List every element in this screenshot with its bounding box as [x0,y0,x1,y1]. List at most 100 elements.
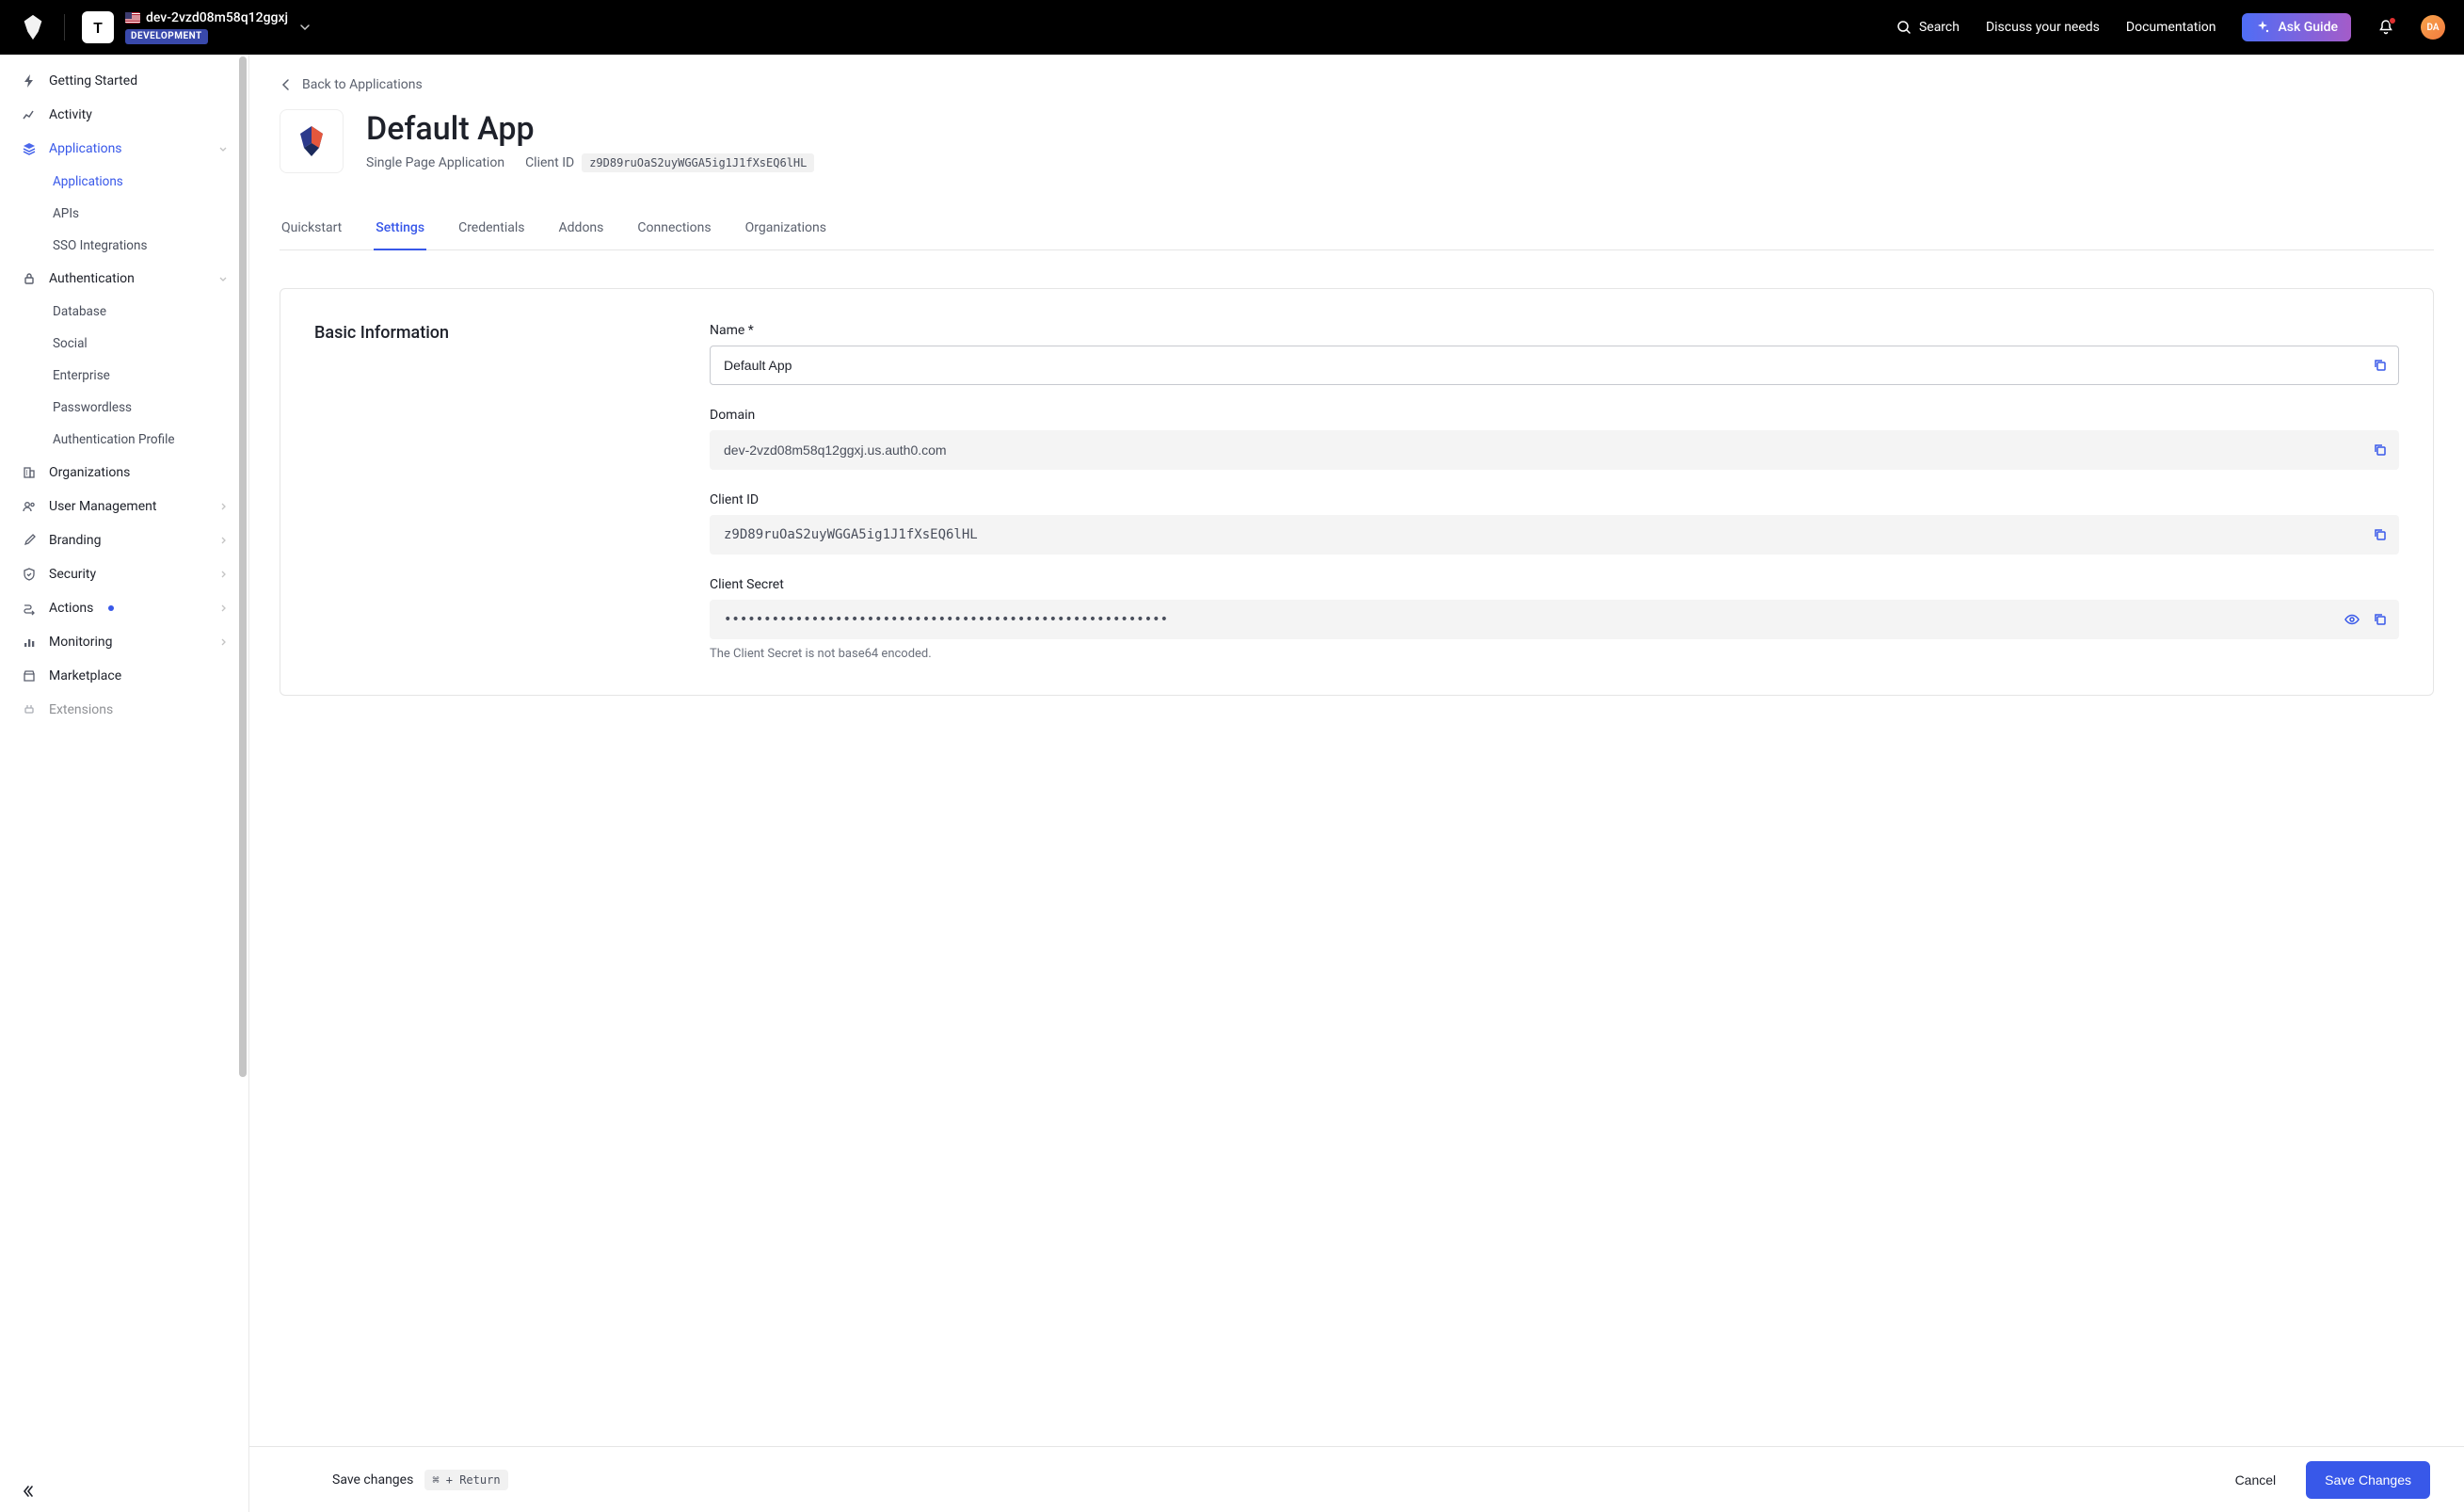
shield-icon [21,566,38,583]
environment-badge: DEVELOPMENT [125,29,208,44]
chevron-down-icon [218,144,228,153]
copy-icon[interactable] [2371,441,2390,459]
notifications-button[interactable] [2377,19,2394,36]
auth0-logo-icon [19,13,47,41]
tenant-name-label: dev-2vzd08m58q12ggxj [146,10,288,26]
user-avatar[interactable]: DA [2421,15,2445,40]
tenant-tile[interactable]: T [82,11,114,43]
ask-guide-button[interactable]: Ask Guide [2242,13,2351,41]
plug-icon [21,701,38,718]
topbar: T dev-2vzd08m58q12ggxj DEVELOPMENT Searc… [0,0,2464,55]
lock-icon [21,270,38,287]
chevron-right-icon [218,570,228,579]
main-content: Back to Applications Default App Single … [249,55,2464,1512]
brush-icon [21,532,38,549]
sidebar-item-database[interactable]: Database [0,296,248,328]
sidebar-item-user-management[interactable]: User Management [0,490,248,523]
sidebar-scrollbar[interactable] [237,55,248,1512]
copy-icon[interactable] [2371,525,2390,544]
reveal-icon[interactable] [2343,610,2361,629]
search-label: Search [1919,20,1960,35]
arrow-left-icon [280,78,293,91]
sidebar-item-enterprise[interactable]: Enterprise [0,360,248,392]
domain-input [710,430,2399,470]
application-tabs: Quickstart Settings Credentials Addons C… [280,207,2434,250]
sidebar-item-branding[interactable]: Branding [0,523,248,557]
cancel-button[interactable]: Cancel [2216,1461,2296,1499]
sidebar-item-applications-sub[interactable]: Applications [0,166,248,198]
tab-connections[interactable]: Connections [635,207,712,250]
flow-icon [21,600,38,617]
section-title: Basic Information [314,323,672,661]
basic-information-panel: Basic Information Name Domain [280,288,2434,696]
client-secret-field-label: Client Secret [710,577,2399,592]
bolt-icon [21,72,38,89]
layers-icon [21,140,38,157]
sidebar-item-monitoring[interactable]: Monitoring [0,625,248,659]
sidebar-item-organizations[interactable]: Organizations [0,456,248,490]
sidebar-item-marketplace[interactable]: Marketplace [0,659,248,693]
ask-guide-label: Ask Guide [2278,20,2338,35]
sidebar-item-social[interactable]: Social [0,328,248,360]
application-header: Default App Single Page Application Clie… [280,109,2434,173]
documentation-link[interactable]: Documentation [2126,20,2216,35]
copy-icon[interactable] [2371,610,2390,629]
client-id-chip[interactable]: z9D89ruOaS2uyWGGA5ig1J1fXsEQ6lHL [582,153,814,172]
sparkle-icon [2255,20,2270,35]
search-icon [1896,20,1912,35]
client-id-field-label: Client ID [710,492,2399,507]
name-field-label: Name [710,323,2399,338]
sidebar-item-actions[interactable]: Actions [0,591,248,625]
application-logo [280,109,344,173]
client-secret-helper-text: The Client Secret is not base64 encoded. [710,647,2399,661]
users-icon [21,498,38,515]
chevron-down-icon[interactable] [299,22,311,33]
chevron-right-icon [218,502,228,511]
sidebar-item-applications[interactable]: Applications [0,132,248,166]
chevron-down-icon [218,274,228,283]
sidebar-item-extensions[interactable]: Extensions [0,693,248,727]
chevron-right-icon [218,603,228,613]
copy-icon[interactable] [2371,356,2390,375]
client-secret-field: Client Secret The Client Secret is not b… [710,577,2399,661]
sidebar: Getting Started Activity Applications Ap… [0,55,249,1512]
client-secret-input [710,600,2399,639]
back-link-label: Back to Applications [302,77,423,92]
tenant-selector[interactable]: dev-2vzd08m58q12ggxj DEVELOPMENT [125,10,288,44]
client-id-input [710,515,2399,555]
topbar-separator [64,14,65,40]
search-button[interactable]: Search [1896,20,1960,35]
chart-icon [21,106,38,123]
notification-dot-icon [2389,17,2396,24]
tab-settings[interactable]: Settings [374,207,426,250]
sidebar-item-security[interactable]: Security [0,557,248,591]
sidebar-item-authentication[interactable]: Authentication [0,262,248,296]
chevron-right-icon [218,536,228,545]
tab-quickstart[interactable]: Quickstart [280,207,344,250]
tab-organizations[interactable]: Organizations [744,207,828,250]
application-type-label: Single Page Application [366,155,504,170]
collapse-sidebar-button[interactable] [0,1470,248,1512]
name-input[interactable] [710,346,2399,385]
sidebar-item-getting-started[interactable]: Getting Started [0,64,248,98]
discuss-link[interactable]: Discuss your needs [1986,20,2100,35]
save-bar-label: Save changes [332,1472,413,1488]
back-to-applications-link[interactable]: Back to Applications [280,77,2434,92]
store-icon [21,668,38,684]
application-title: Default App [366,110,814,148]
sidebar-item-passwordless[interactable]: Passwordless [0,392,248,424]
sidebar-item-activity[interactable]: Activity [0,98,248,132]
save-bar-kbd: ⌘ + Return [424,1470,507,1490]
sidebar-item-auth-profile[interactable]: Authentication Profile [0,424,248,456]
flag-us-icon [125,12,140,24]
name-field: Name [710,323,2399,385]
save-changes-button[interactable]: Save Changes [2306,1461,2430,1499]
save-bar: Save changes ⌘ + Return Cancel Save Chan… [249,1446,2464,1512]
tab-addons[interactable]: Addons [557,207,606,250]
bars-icon [21,634,38,651]
building-icon [21,464,38,481]
sidebar-item-apis[interactable]: APIs [0,198,248,230]
sidebar-item-sso[interactable]: SSO Integrations [0,230,248,262]
tab-credentials[interactable]: Credentials [456,207,526,250]
chevron-right-icon [218,637,228,647]
